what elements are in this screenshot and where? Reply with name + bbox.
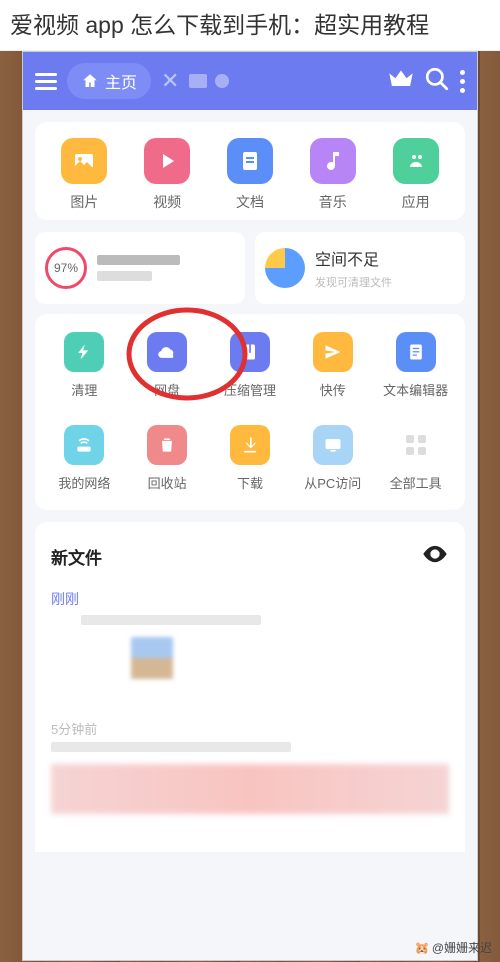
home-icon (81, 72, 99, 90)
more-icon[interactable] (460, 70, 465, 93)
home-label: 主页 (105, 69, 137, 93)
files-title: 新文件 (51, 544, 102, 569)
storage-blurred (97, 255, 235, 281)
storage-ring: 97% (45, 247, 87, 289)
category-视频[interactable]: 视频 (126, 138, 208, 212)
storage-box[interactable]: 97% (35, 232, 245, 304)
warn-title: 空间不足 (315, 246, 392, 270)
pie-icon (265, 248, 305, 288)
timestamp-2: 5分钟前 (51, 719, 449, 738)
tools-card: 清理网盘压缩管理快传文本编辑器 我的网络回收站下载从PC访问全部工具 (35, 314, 465, 510)
categories-card: 图片视频文档音乐应用 (35, 122, 465, 220)
category-文档[interactable]: 文档 (209, 138, 291, 212)
tool-清理[interactable]: 清理 (45, 332, 123, 399)
ghost-tabs (189, 74, 229, 88)
tool-文本编辑器[interactable]: 文本编辑器 (377, 332, 455, 399)
home-tab[interactable]: 主页 (67, 63, 151, 99)
file-item-2-thumb[interactable] (51, 764, 449, 814)
category-应用[interactable]: 应用 (375, 138, 457, 212)
crown-icon[interactable] (388, 66, 414, 97)
file-item-2-text (51, 742, 291, 752)
watermark: 🐹@姗姗来迟 (415, 939, 492, 956)
phone-frame: 主页 ✕ 图片视频文档音乐应用 97% 空间不足 发现可清理文件 (22, 51, 478, 961)
category-图片[interactable]: 图片 (43, 138, 125, 212)
close-icon[interactable]: ✕ (161, 68, 179, 94)
content-area: 图片视频文档音乐应用 97% 空间不足 发现可清理文件 清理网盘压缩管理快传文本… (23, 110, 477, 960)
timestamp-1: 刚刚 (51, 589, 79, 609)
warn-sub: 发现可清理文件 (315, 274, 392, 290)
tool-快传[interactable]: 快传 (294, 332, 372, 399)
menu-icon[interactable] (35, 69, 57, 94)
info-row: 97% 空间不足 发现可清理文件 (23, 232, 477, 304)
eye-icon[interactable] (421, 540, 449, 573)
tool-全部工具[interactable]: 全部工具 (377, 425, 455, 492)
search-icon[interactable] (424, 66, 450, 97)
file-item-1[interactable] (51, 615, 449, 705)
top-bar: 主页 ✕ (23, 52, 477, 110)
tool-回收站[interactable]: 回收站 (128, 425, 206, 492)
category-音乐[interactable]: 音乐 (292, 138, 374, 212)
tool-从PC访问[interactable]: 从PC访问 (294, 425, 372, 492)
space-warn-box[interactable]: 空间不足 发现可清理文件 (255, 232, 465, 304)
tool-网盘[interactable]: 网盘 (128, 332, 206, 399)
tool-压缩管理[interactable]: 压缩管理 (211, 332, 289, 399)
tool-下载[interactable]: 下载 (211, 425, 289, 492)
files-card: 新文件 刚刚 5分钟前 (35, 522, 465, 852)
page-title: 爱视频 app 怎么下载到手机：超实用教程 (0, 0, 500, 51)
tool-我的网络[interactable]: 我的网络 (45, 425, 123, 492)
